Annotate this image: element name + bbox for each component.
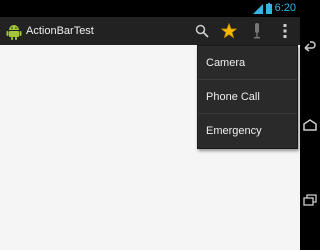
search-icon	[195, 24, 209, 38]
overflow-menu-button[interactable]	[272, 17, 298, 45]
android-app-icon[interactable]	[5, 22, 23, 40]
battery-icon	[265, 3, 272, 14]
status-time: 6:20	[274, 2, 296, 14]
menu-item-phone-call[interactable]: Phone Call	[198, 80, 297, 114]
back-icon	[304, 41, 316, 52]
menu-item-camera[interactable]: Camera	[198, 46, 297, 80]
overflow-menu: Camera Phone Call Emergency	[197, 45, 298, 149]
recent-apps-button[interactable]	[300, 190, 320, 210]
status-bar: 6:20	[0, 0, 300, 17]
favorite-button[interactable]	[216, 17, 242, 45]
signal-icon	[252, 3, 263, 14]
search-button[interactable]	[189, 17, 215, 45]
back-button[interactable]	[300, 36, 320, 56]
action-bar: ActionBarTest	[0, 17, 300, 45]
overflow-menu-icon	[283, 24, 287, 38]
recent-apps-icon	[303, 194, 317, 206]
microphone-button[interactable]	[244, 17, 270, 45]
star-icon	[221, 23, 237, 39]
microphone-icon	[254, 23, 260, 39]
navigation-bar	[300, 0, 320, 250]
home-button[interactable]	[300, 115, 320, 135]
app-title: ActionBarTest	[26, 25, 94, 37]
status-icons: 6:20	[252, 1, 296, 16]
home-icon	[303, 119, 317, 131]
menu-item-emergency[interactable]: Emergency	[198, 114, 297, 148]
